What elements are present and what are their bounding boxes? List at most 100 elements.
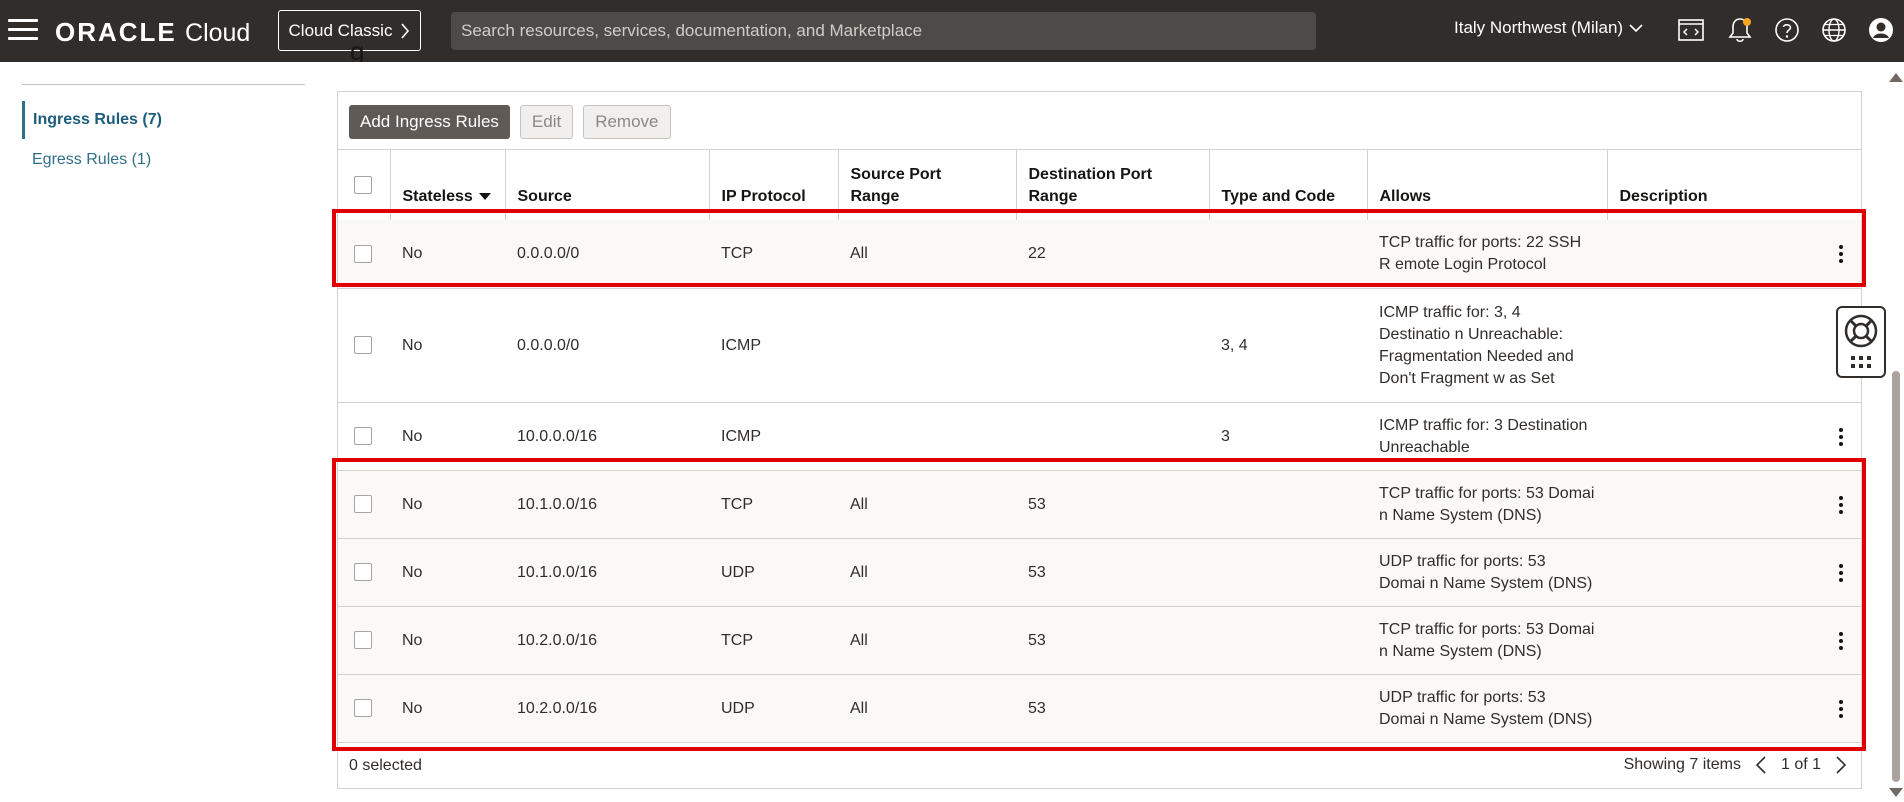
cell-allows: TCP traffic for ports: 22 SSH R emote Lo… — [1367, 219, 1607, 289]
cell-source-port-range — [838, 402, 1016, 471]
cell-source: 10.2.0.0/16 — [505, 674, 709, 743]
sidebar-item-ingress-rules[interactable]: Ingress Rules (7) — [22, 101, 162, 139]
select-all-checkbox[interactable] — [354, 175, 372, 194]
row-actions-kebab-icon[interactable] — [1833, 699, 1849, 718]
row-checkbox[interactable] — [354, 244, 372, 263]
column-header-stateless[interactable]: Stateless — [390, 149, 506, 220]
page-indicator: 1 of 1 — [1780, 756, 1821, 773]
menu-icon[interactable] — [8, 19, 38, 41]
cell-destination-port-range: 53 — [1016, 674, 1209, 743]
cell-source: 10.1.0.0/16 — [505, 538, 709, 607]
sort-descending-icon — [478, 192, 491, 200]
row-actions-kebab-icon[interactable] — [1833, 631, 1849, 650]
help-icon[interactable] — [1772, 15, 1802, 45]
remove-button[interactable]: Remove — [583, 105, 671, 139]
cell-stateless: No — [390, 470, 505, 539]
cell-description — [1607, 538, 1861, 607]
row-actions-kebab-icon[interactable] — [1833, 427, 1849, 446]
globe-icon[interactable] — [1819, 15, 1849, 45]
row-checkbox[interactable] — [354, 699, 372, 718]
row-checkbox[interactable] — [354, 563, 372, 582]
table-row[interactable]: No 0.0.0.0/0 ICMP 3, 4 ICMP traffic for:… — [338, 288, 1861, 403]
cell-stateless: No — [390, 402, 505, 471]
page-scrollbar[interactable] — [1886, 66, 1904, 802]
cell-description — [1607, 606, 1861, 675]
cell-stateless: No — [390, 219, 505, 289]
cell-source: 10.1.0.0/16 — [505, 470, 709, 539]
cell-destination-port-range: 22 — [1016, 219, 1209, 289]
next-page-icon[interactable] — [1835, 755, 1847, 775]
lifebuoy-icon — [1844, 314, 1878, 368]
table-row[interactable]: No 10.0.0.0/16 ICMP 3 ICMP traffic for: … — [338, 402, 1861, 471]
cell-stateless: No — [390, 288, 505, 403]
cell-source: 10.0.0.0/16 — [505, 402, 709, 471]
cell-allows: UDP traffic for ports: 53 Domai n Name S… — [1367, 674, 1607, 743]
help-widget[interactable] — [1836, 306, 1886, 378]
cell-ip-protocol: TCP — [709, 470, 838, 539]
cell-type-and-code — [1209, 470, 1367, 539]
cell-source-port-range: All — [838, 606, 1016, 675]
add-ingress-rules-button[interactable]: Add Ingress Rules — [349, 105, 510, 139]
edit-button[interactable]: Edit — [519, 105, 574, 139]
code-editor-icon[interactable] — [1676, 15, 1706, 45]
user-icon[interactable] — [1866, 15, 1896, 45]
row-actions-kebab-icon[interactable] — [1833, 495, 1849, 514]
cell-allows: ICMP traffic for: 3, 4 Destinatio n Unre… — [1367, 288, 1607, 403]
cell-type-and-code: 3, 4 — [1209, 288, 1367, 403]
cell-type-and-code — [1209, 674, 1367, 743]
row-checkbox[interactable] — [354, 631, 372, 650]
region-selector[interactable]: Italy Northwest (Milan) — [1454, 18, 1643, 38]
cell-type-and-code — [1209, 606, 1367, 675]
table-row[interactable]: No 10.1.0.0/16 UDP All 53 UDP traffic fo… — [338, 538, 1861, 607]
row-actions-kebab-icon[interactable] — [1833, 563, 1849, 582]
cell-destination-port-range: 53 — [1016, 470, 1209, 539]
table-header-row: Stateless Source IP Protocol Source Port… — [338, 149, 1861, 220]
row-checkbox[interactable] — [354, 495, 372, 514]
sidebar-divider — [22, 84, 305, 85]
cell-description — [1607, 470, 1861, 539]
cell-allows: ICMP traffic for: 3 Destination Unreacha… — [1367, 402, 1607, 471]
table-row[interactable]: No 10.2.0.0/16 TCP All 53 TCP traffic fo… — [338, 606, 1861, 675]
row-checkbox[interactable] — [354, 336, 372, 355]
scroll-thumb[interactable] — [1892, 371, 1900, 782]
cell-type-and-code: 3 — [1209, 402, 1367, 471]
cell-allows: TCP traffic for ports: 53 Domai n Name S… — [1367, 470, 1607, 539]
sidebar-item-egress-rules[interactable]: Egress Rules (1) — [22, 151, 151, 169]
column-header-ip-protocol[interactable]: IP Protocol — [709, 149, 839, 220]
cell-description — [1607, 674, 1861, 743]
cell-ip-protocol: UDP — [709, 674, 838, 743]
cell-allows: TCP traffic for ports: 53 Domai n Name S… — [1367, 606, 1607, 675]
column-header-destination-port-range[interactable]: Destination Port Range — [1016, 149, 1210, 220]
scroll-down-icon[interactable] — [1889, 788, 1903, 797]
row-actions-kebab-icon[interactable] — [1833, 244, 1849, 263]
cell-stateless: No — [390, 538, 505, 607]
column-header-source[interactable]: Source — [505, 149, 710, 220]
table-row[interactable]: No 10.1.0.0/16 TCP All 53 TCP traffic fo… — [338, 470, 1861, 539]
table-row[interactable]: No 10.2.0.0/16 UDP All 53 UDP traffic fo… — [338, 674, 1861, 743]
top-navigation-bar: ORACLE Cloud Cloud Classic Italy Northwe… — [0, 0, 1904, 62]
search-input[interactable] — [451, 12, 1316, 50]
row-checkbox[interactable] — [354, 427, 372, 446]
cell-stateless: No — [390, 674, 505, 743]
column-header-type-and-code[interactable]: Type and Code — [1209, 149, 1368, 220]
cell-ip-protocol: TCP — [709, 606, 838, 675]
cell-source-port-range — [838, 288, 1016, 403]
cell-type-and-code — [1209, 219, 1367, 289]
ingress-rules-panel: Add Ingress Rules Edit Remove Stateless … — [337, 91, 1862, 789]
oracle-cloud-logo[interactable]: ORACLE Cloud — [55, 17, 250, 48]
bell-icon[interactable] — [1725, 15, 1755, 45]
column-header-allows[interactable]: Allows — [1367, 149, 1608, 220]
chevron-right-icon — [401, 22, 410, 39]
cell-source-port-range: All — [838, 219, 1016, 289]
cell-source: 10.2.0.0/16 — [505, 606, 709, 675]
cell-destination-port-range — [1016, 402, 1209, 471]
column-header-source-port-range[interactable]: Source Port Range — [838, 149, 1017, 220]
scroll-up-icon[interactable] — [1889, 73, 1903, 82]
column-header-description[interactable]: Description — [1607, 149, 1861, 220]
previous-page-icon[interactable] — [1755, 755, 1767, 775]
selection-count: 0 selected — [349, 757, 422, 774]
table-row[interactable]: No 0.0.0.0/0 TCP All 22 TCP traffic for … — [338, 219, 1861, 289]
cell-description — [1607, 219, 1861, 289]
cell-destination-port-range: 53 — [1016, 606, 1209, 675]
page-title: g — [350, 36, 365, 62]
